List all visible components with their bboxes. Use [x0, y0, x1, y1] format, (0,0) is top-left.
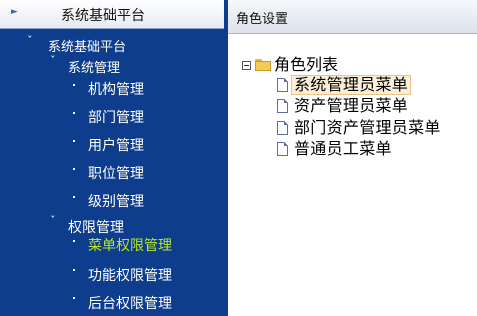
tree-group-permission-management[interactable]: 权限管理 — [68, 219, 124, 237]
role-item-dept-asset-admin-menu[interactable]: 部门资产管理员菜单 — [292, 119, 443, 137]
tree-item-backend-permission-management[interactable]: 后台权限管理 — [88, 295, 172, 313]
bullet-icon — [73, 140, 75, 142]
navigation-tree: ˇ 系统基础平台 ˇ 系统管理 机构管理 部门管理 用户管理 职位管理 级别管理… — [0, 28, 224, 316]
tree-item-menu-permission-management[interactable]: 菜单权限管理 — [88, 237, 172, 255]
tree-item-dept-management[interactable]: 部门管理 — [88, 109, 144, 127]
sidebar-header[interactable]: ► 系统基础平台 — [0, 0, 224, 29]
role-settings-panel: 角色设置 角色列表 系统管理员菜单 资产管理员菜单 部门资产管理员菜单 普通员工… — [228, 0, 477, 316]
document-icon — [277, 78, 288, 92]
collapse-chevron-icon[interactable]: ˇ — [50, 55, 56, 66]
collapse-chevron-icon[interactable]: ˇ — [50, 215, 56, 226]
bullet-icon — [73, 297, 75, 299]
document-icon — [277, 121, 288, 135]
role-item-system-admin-menu[interactable]: 系统管理员菜单 — [291, 75, 412, 95]
bullet-icon — [73, 168, 75, 170]
collapse-chevron-icon[interactable]: ˇ — [27, 35, 33, 46]
sidebar: ► 系统基础平台 ˇ 系统基础平台 ˇ 系统管理 机构管理 部门管理 用户管理 … — [0, 0, 224, 316]
expand-arrow-icon[interactable]: ► — [11, 7, 18, 17]
role-item-asset-admin-menu[interactable]: 资产管理员菜单 — [292, 97, 410, 115]
document-icon — [277, 99, 288, 113]
panel-title: 角色设置 — [236, 12, 289, 27]
role-item-staff-menu[interactable]: 普通员工菜单 — [292, 140, 394, 158]
panel-header: 角色设置 — [228, 0, 477, 34]
tree-item-function-permission-management[interactable]: 功能权限管理 — [88, 267, 172, 285]
tree-root-label[interactable]: 系统基础平台 — [48, 39, 126, 57]
folder-icon — [255, 59, 271, 71]
bullet-icon — [73, 84, 75, 86]
tree-item-user-management[interactable]: 用户管理 — [88, 137, 144, 155]
tree-item-org-management[interactable]: 机构管理 — [88, 81, 144, 99]
bullet-icon — [73, 196, 75, 198]
collapse-minus-icon[interactable] — [242, 61, 251, 70]
tree-group-system-management[interactable]: 系统管理 — [68, 60, 120, 78]
bullet-icon — [73, 112, 75, 114]
tree-item-position-management[interactable]: 职位管理 — [88, 165, 144, 183]
sidebar-header-title: 系统基础平台 — [61, 8, 145, 24]
document-icon — [277, 142, 288, 156]
bullet-icon — [73, 269, 75, 271]
role-list-label[interactable]: 角色列表 — [274, 56, 338, 74]
bullet-icon — [73, 240, 75, 242]
tree-item-level-management[interactable]: 级别管理 — [88, 193, 144, 211]
